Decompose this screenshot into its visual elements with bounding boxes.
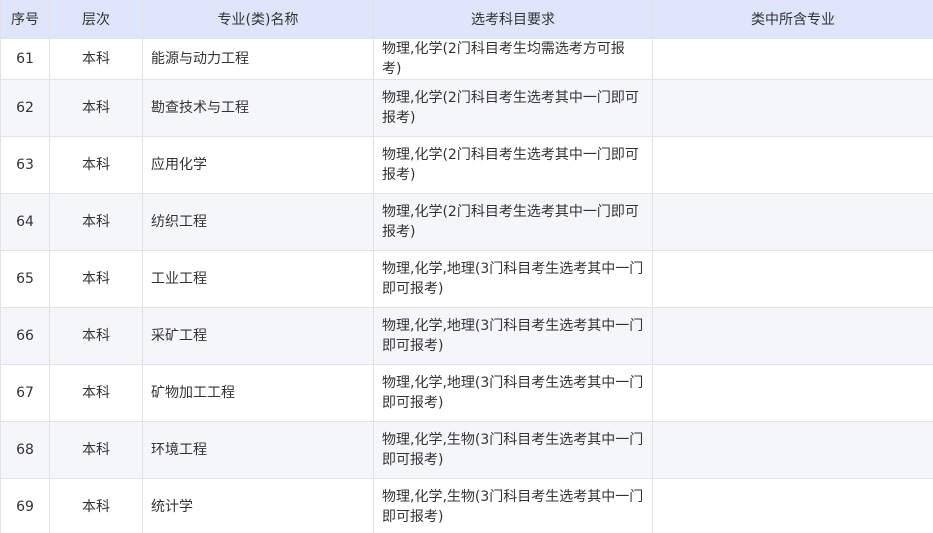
cell-level: 本科 (49, 193, 143, 251)
cell-level: 本科 (49, 136, 143, 194)
table-row: 66 本科 采矿工程 物理,化学,地理(3门科目考生选考其中一门即可报考) (0, 307, 933, 365)
table-body: 61 本科 能源与动力工程 物理,化学(2门科目考生均需选考方可报考) 62 本… (0, 38, 933, 533)
cell-serial-number: 66 (0, 307, 50, 365)
cell-serial-number: 61 (0, 38, 50, 80)
cell-major-name: 勘查技术与工程 (142, 79, 374, 137)
table-row: 67 本科 矿物加工工程 物理,化学,地理(3门科目考生选考其中一门即可报考) (0, 364, 933, 422)
cell-serial-number: 69 (0, 478, 50, 533)
cell-included-majors (652, 193, 933, 251)
cell-level: 本科 (49, 307, 143, 365)
header-row: 序号 层次 专业(类)名称 选考科目要求 类中所含专业 (0, 0, 933, 39)
cell-major-name: 采矿工程 (142, 307, 374, 365)
table-header: 序号 层次 专业(类)名称 选考科目要求 类中所含专业 (0, 0, 933, 39)
cell-subject-requirement: 物理,化学,地理(3门科目考生选考其中一门即可报考) (373, 307, 653, 365)
cell-serial-number: 67 (0, 364, 50, 422)
cell-serial-number: 65 (0, 250, 50, 308)
requirements-table: 序号 层次 专业(类)名称 选考科目要求 类中所含专业 61 本科 能源与动力工… (0, 0, 933, 533)
cell-subject-requirement: 物理,化学,地理(3门科目考生选考其中一门即可报考) (373, 250, 653, 308)
header-level: 层次 (49, 0, 143, 39)
cell-subject-requirement: 物理,化学(2门科目考生选考其中一门即可报考) (373, 79, 653, 137)
table-row: 64 本科 纺织工程 物理,化学(2门科目考生选考其中一门即可报考) (0, 193, 933, 251)
cell-subject-requirement: 物理,化学,生物(3门科目考生选考其中一门即可报考) (373, 421, 653, 479)
cell-serial-number: 68 (0, 421, 50, 479)
header-serial-number: 序号 (0, 0, 50, 39)
cell-major-name: 能源与动力工程 (142, 38, 374, 80)
cell-level: 本科 (49, 478, 143, 533)
cell-included-majors (652, 38, 933, 80)
header-included-majors: 类中所含专业 (652, 0, 933, 39)
cell-level: 本科 (49, 38, 143, 80)
cell-included-majors (652, 478, 933, 533)
header-major-name: 专业(类)名称 (142, 0, 374, 39)
header-subject-requirement: 选考科目要求 (373, 0, 653, 39)
cell-level: 本科 (49, 421, 143, 479)
table-row: 61 本科 能源与动力工程 物理,化学(2门科目考生均需选考方可报考) (0, 38, 933, 80)
cell-serial-number: 62 (0, 79, 50, 137)
cell-major-name: 统计学 (142, 478, 374, 533)
cell-subject-requirement: 物理,化学(2门科目考生均需选考方可报考) (373, 38, 653, 80)
cell-level: 本科 (49, 79, 143, 137)
cell-subject-requirement: 物理,化学,生物(3门科目考生选考其中一门即可报考) (373, 478, 653, 533)
cell-major-name: 纺织工程 (142, 193, 374, 251)
cell-major-name: 矿物加工工程 (142, 364, 374, 422)
cell-major-name: 环境工程 (142, 421, 374, 479)
cell-included-majors (652, 421, 933, 479)
cell-level: 本科 (49, 364, 143, 422)
cell-included-majors (652, 364, 933, 422)
table-row: 63 本科 应用化学 物理,化学(2门科目考生选考其中一门即可报考) (0, 136, 933, 194)
table-row: 69 本科 统计学 物理,化学,生物(3门科目考生选考其中一门即可报考) (0, 478, 933, 533)
table-row: 65 本科 工业工程 物理,化学,地理(3门科目考生选考其中一门即可报考) (0, 250, 933, 308)
cell-serial-number: 63 (0, 136, 50, 194)
cell-level: 本科 (49, 250, 143, 308)
cell-included-majors (652, 307, 933, 365)
cell-subject-requirement: 物理,化学,地理(3门科目考生选考其中一门即可报考) (373, 364, 653, 422)
cell-major-name: 工业工程 (142, 250, 374, 308)
cell-included-majors (652, 136, 933, 194)
cell-subject-requirement: 物理,化学(2门科目考生选考其中一门即可报考) (373, 193, 653, 251)
cell-serial-number: 64 (0, 193, 50, 251)
cell-subject-requirement: 物理,化学(2门科目考生选考其中一门即可报考) (373, 136, 653, 194)
cell-major-name: 应用化学 (142, 136, 374, 194)
table-row: 68 本科 环境工程 物理,化学,生物(3门科目考生选考其中一门即可报考) (0, 421, 933, 479)
requirements-table-container: 序号 层次 专业(类)名称 选考科目要求 类中所含专业 61 本科 能源与动力工… (0, 0, 933, 533)
cell-included-majors (652, 79, 933, 137)
cell-included-majors (652, 250, 933, 308)
table-row: 62 本科 勘查技术与工程 物理,化学(2门科目考生选考其中一门即可报考) (0, 79, 933, 137)
